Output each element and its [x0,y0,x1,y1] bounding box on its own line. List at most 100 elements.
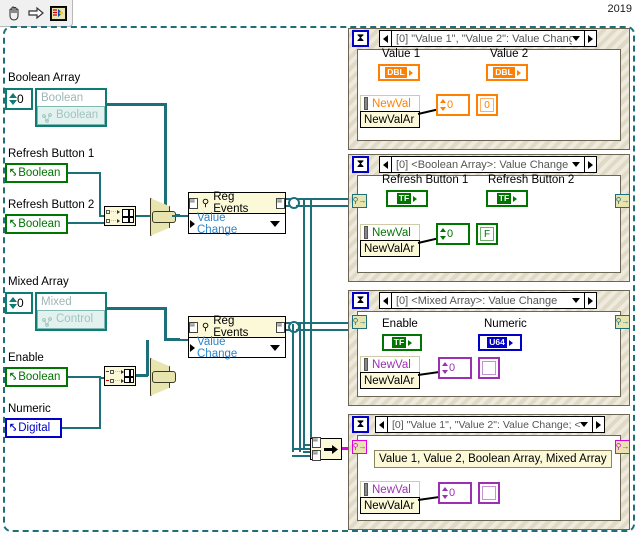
refnum-icon: ⤣ [10,421,17,434]
evs3-index-array-node[interactable]: 0 [438,357,472,379]
evs1-type-tag-1: DBL [493,67,515,78]
evs2-output-indicator[interactable]: F [476,223,498,245]
register-for-events-node-1[interactable]: ▤ ⚲ Reg Events ▤ Value Change [188,191,286,236]
register-for-events-node-2[interactable]: ▤ ⚲ Reg Events ▤ Value Change [188,315,286,360]
dynamic-event-terminal-right-2[interactable]: ⚲→ [615,194,630,208]
evs2-type-tag-1: TF [496,193,512,204]
mixed-array-element[interactable]: Mixed Control [35,292,107,331]
refresh-button-2-terminal[interactable]: ⤣ Boolean [5,214,68,234]
key-icon: ⚲ [201,321,210,333]
wire-funnel-to-regev-2 [172,339,188,341]
evs1-index-value: 0 [447,99,454,111]
terminal-arrow-icon [408,339,413,346]
enable-terminal[interactable]: ⤣ Boolean [5,367,68,387]
next-case-arrow[interactable] [584,31,596,46]
boolean-array-type-1: Boolean [41,92,84,104]
evs1-control-terminal-0[interactable]: DBL [378,64,420,81]
build-array-node-1[interactable]: ··· ··· [104,206,136,226]
evs3-control-caption-1: Numeric [484,318,527,330]
evs2-index-array-node[interactable]: 0 [436,223,470,245]
dynamic-event-terminal-left-3[interactable]: ⚲→ [352,315,367,329]
event-refnum-icon: ▤ [312,450,321,461]
prev-case-arrow[interactable] [380,157,392,172]
evs4-index-array-node[interactable]: 0 [438,482,472,504]
evs3-control-terminal-1[interactable]: U64 [478,334,522,351]
event-case-selector-3[interactable]: [0] <Mixed Array>: Value Change [379,292,597,309]
evs2-control-caption-0: Refresh Button 1 [382,174,469,186]
merge-dynamic-events-node[interactable]: ▤ ▤ [310,437,342,461]
mixed-array-type-2-text: Control [56,313,94,325]
evs4-output-indicator[interactable] [478,482,500,504]
evs2-control-terminal-1[interactable]: TF [486,190,528,207]
chevron-down-icon[interactable] [572,162,580,167]
prev-case-arrow[interactable] [376,417,388,432]
boolean-array-control[interactable]: 0 Boolean Boolean [5,88,107,127]
terminal-arrow-icon [513,195,518,202]
evs3-type-tag-0: TF [391,337,407,348]
evs3-control-terminal-0[interactable]: TF [382,334,422,351]
evs1-newvalar-label: NewValAr [360,111,420,128]
evs3-output-indicator[interactable] [478,357,500,379]
dynamic-event-terminal-left-2[interactable]: ⚲→ [352,194,367,208]
evs1-control-caption-1: Value 2 [490,48,529,60]
evs2-newvalar-label: NewValAr [360,240,420,257]
event-case-label-3: [0] <Mixed Array>: Value Change [396,294,558,307]
evs3-newval-node[interactable]: NewVal NewValAr [360,356,420,389]
refresh-button-1-terminal[interactable]: ⤣ Boolean [5,163,68,183]
chevron-down-icon[interactable] [270,220,280,227]
build-array-node-2[interactable]: ··· ··· [104,366,136,386]
vi-icon[interactable] [49,4,67,22]
chevron-down-icon[interactable] [270,344,280,351]
refresh-button-1-label: Refresh Button 1 [8,148,95,160]
chevron-down-icon[interactable] [572,298,580,303]
terminal-arrow-icon [516,69,521,76]
chevron-down-icon[interactable] [572,36,580,41]
event-refnum-out-icon: ▤ [276,197,285,209]
next-case-arrow[interactable] [584,157,596,172]
evs4-newval-node[interactable]: NewVal NewValAr [360,481,420,514]
register-events-funnel-2[interactable] [150,358,176,396]
next-case-arrow[interactable] [592,417,604,432]
event-structure-1[interactable]: ⧗ [0] "Value 1", "Value 2": Value Change [348,28,630,150]
evs4-newvalar-label: NewValAr [360,497,420,514]
evs4-annotation: Value 1, Value 2, Boolean Array, Mixed A… [374,450,612,468]
mixed-array-control[interactable]: 0 Mixed Control [5,292,107,331]
next-case-arrow[interactable] [584,293,596,308]
numeric-terminal[interactable]: ⤣ Digital [5,418,62,438]
terminal-arrow-icon [508,339,513,346]
evs1-index-array-node[interactable]: 0 [436,94,470,116]
evs1-output-indicator[interactable]: 0 [476,94,498,116]
run-arrow-icon[interactable] [27,4,45,22]
event-case-selector-1[interactable]: [0] "Value 1", "Value 2": Value Change [379,30,597,47]
evs1-newval-node[interactable]: NewVal NewValAr [360,95,420,128]
evs1-type-tag-0: DBL [385,67,407,78]
evs2-control-terminal-0[interactable]: TF [386,190,428,207]
event-case-selector-2[interactable]: [0] <Boolean Array>: Value Change [379,156,597,173]
boolean-array-element[interactable]: Boolean Boolean [35,88,107,127]
reg-events-event-row-1[interactable]: Value Change [189,212,285,236]
dynamic-event-terminal-right-4[interactable]: ⚲→ [615,440,630,454]
mixed-array-label: Mixed Array [8,276,69,288]
labview-version-label: 2019 [605,3,634,15]
evs1-newval-label: NewVal [360,95,420,112]
event-structure-icon: ⧗ [352,156,369,173]
event-case-selector-4[interactable]: [0] "Value 1", "Value 2": Value Change; … [375,416,605,433]
refresh-button-2-terminal-text: Boolean [18,218,61,230]
mixed-array-type-2: Control [37,310,105,329]
mixed-array-index[interactable]: 0 [5,292,33,314]
prev-case-arrow[interactable] [380,31,392,46]
event-structure-icon: ⧗ [352,416,369,433]
reg-events-event-type-2: Value Change [197,335,238,360]
hand-tool-icon[interactable] [5,4,23,22]
reg-events-event-row-2[interactable]: Value Change [189,335,285,360]
evs1-control-terminal-1[interactable]: DBL [486,64,528,81]
numeric-label: Numeric [8,403,51,415]
enable-terminal-text: Boolean [18,371,61,383]
chevron-down-icon[interactable] [580,422,588,427]
evs2-newval-node[interactable]: NewVal NewValAr [360,224,420,257]
boolean-array-index[interactable]: 0 [5,88,33,110]
diagram-toolbar[interactable] [0,0,73,27]
prev-case-arrow[interactable] [380,293,392,308]
dynamic-event-terminal-right-3[interactable]: ⚲→ [615,315,630,329]
dynamic-event-terminal-left-4[interactable]: ⚲→ [352,440,367,454]
